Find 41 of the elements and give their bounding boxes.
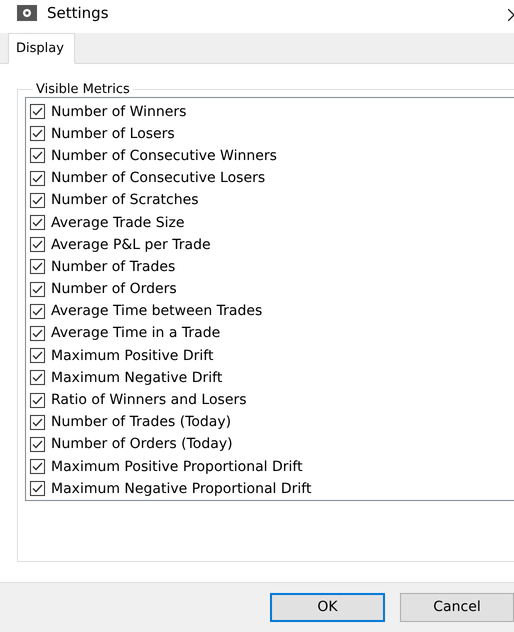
ok-button[interactable]: OK bbox=[270, 592, 385, 622]
checkbox[interactable] bbox=[30, 104, 45, 120]
metric-label: Number of Orders bbox=[51, 281, 177, 298]
checkbox[interactable] bbox=[30, 237, 45, 252]
metric-label: Average Trade Size bbox=[51, 214, 184, 231]
tab[interactable]: Display bbox=[8, 32, 75, 64]
checkbox[interactable] bbox=[30, 259, 45, 274]
checkbox[interactable] bbox=[30, 170, 45, 186]
metric-label: Ratio of Winners and Losers bbox=[51, 392, 246, 408]
metric-label: Number of Orders (Today) bbox=[51, 436, 233, 452]
metric-label: Number of Losers bbox=[51, 126, 175, 142]
window-title: Settings bbox=[47, 4, 109, 22]
checkbox[interactable] bbox=[30, 282, 45, 297]
checkbox[interactable] bbox=[30, 392, 45, 408]
checkbox[interactable] bbox=[30, 481, 45, 496]
checkbox[interactable] bbox=[30, 215, 45, 230]
checkbox[interactable] bbox=[30, 436, 45, 452]
metric-label: Maximum Negative Proportional Drift bbox=[51, 480, 312, 497]
checkbox[interactable] bbox=[30, 304, 45, 319]
checkbox[interactable] bbox=[30, 148, 45, 164]
metric-label: Number of Trades (Today) bbox=[51, 414, 232, 430]
metric-label: Number of Winners bbox=[51, 104, 186, 120]
metric-label: Average P&L per Trade bbox=[51, 236, 211, 253]
metric-label: Number of Trades bbox=[51, 258, 176, 275]
metric-label: Maximum Positive Drift bbox=[51, 348, 214, 364]
metric-label: Maximum Negative Drift bbox=[51, 370, 222, 386]
metric-label: Number of Consecutive Losers bbox=[51, 170, 266, 186]
metric-label: Average Time in a Trade bbox=[51, 325, 220, 342]
checkbox[interactable] bbox=[30, 459, 45, 474]
metric-label: Average Time between Trades bbox=[51, 303, 262, 320]
cancel-button[interactable]: Cancel bbox=[400, 592, 514, 622]
metric-label: Number of Scratches bbox=[51, 192, 199, 208]
group-title: Visible Metrics bbox=[35, 82, 131, 97]
checkbox[interactable] bbox=[30, 326, 45, 341]
checkbox[interactable] bbox=[30, 126, 45, 142]
metric-label: Maximum Positive Proportional Drift bbox=[51, 458, 303, 475]
checkbox[interactable] bbox=[30, 192, 45, 208]
checkbox[interactable] bbox=[30, 348, 45, 364]
checkbox[interactable] bbox=[30, 414, 45, 430]
checkbox[interactable] bbox=[30, 370, 45, 386]
metric-label: Number of Consecutive Winners bbox=[51, 148, 277, 164]
